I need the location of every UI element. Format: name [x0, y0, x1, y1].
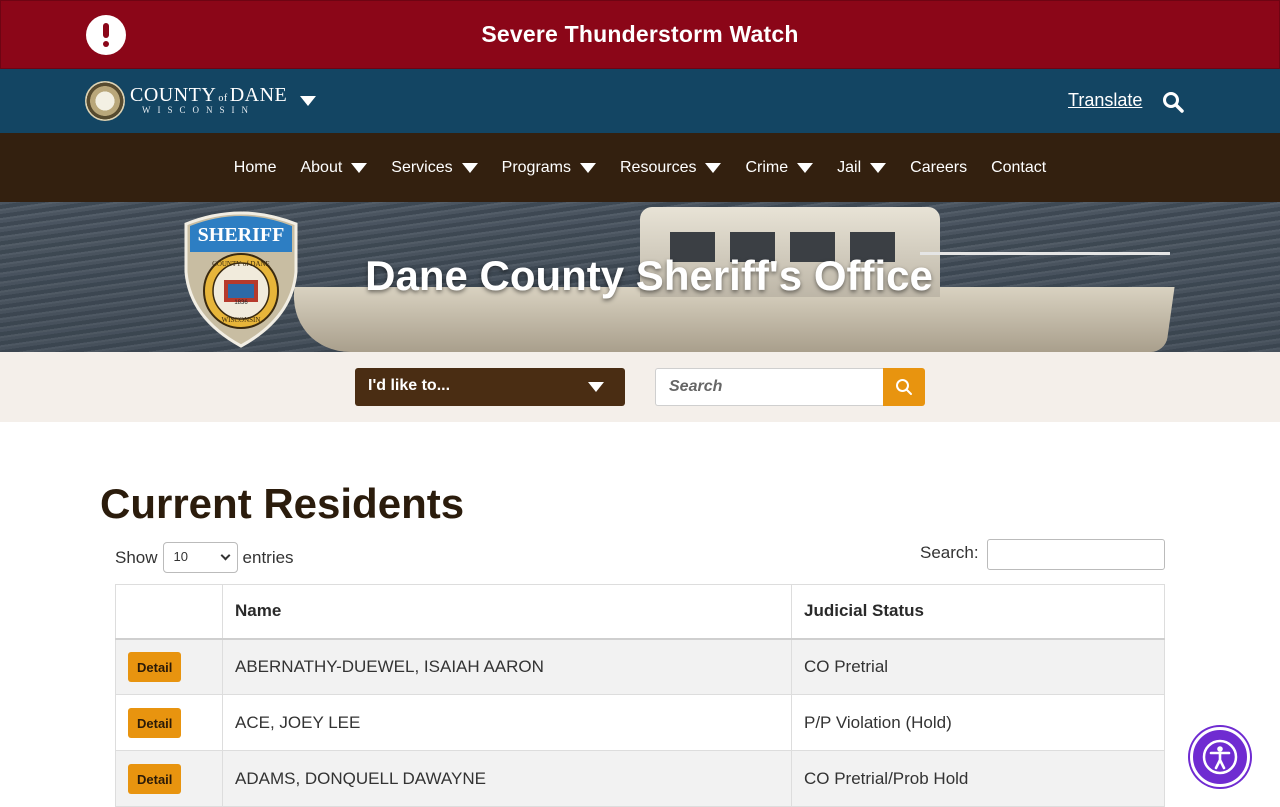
translate-link[interactable]: Translate [1068, 90, 1142, 111]
judicial-status-cell: P/P Violation (Hold) [791, 694, 1165, 751]
residents-table: Name Judicial Status Detail ABERNATHY-DUE… [115, 584, 1165, 807]
action-cell: Detail [115, 638, 223, 695]
nav-item-crime[interactable]: Crime [745, 159, 814, 177]
nav-item-contact[interactable]: Contact [991, 159, 1046, 177]
search-icon[interactable] [1162, 91, 1184, 113]
county-seal-logo[interactable] [85, 81, 125, 121]
judicial-status-cell: CO Pretrial [791, 638, 1165, 695]
column-header-action[interactable] [115, 584, 223, 640]
table-row: Detail ACE, JOEY LEE P/P Violation (Hold) [115, 694, 1165, 751]
table-search-input[interactable] [987, 539, 1165, 570]
alert-text[interactable]: Severe Thunderstorm Watch [481, 21, 798, 48]
judicial-status-cell: CO Pretrial/Prob Hold [791, 750, 1165, 807]
chevron-down-icon [220, 550, 230, 561]
entries-select[interactable]: 10 [162, 542, 238, 573]
table-row: Detail ABERNATHY-DUEWEL, ISAIAH AARON CO P… [115, 638, 1165, 695]
hero-title: Dane County Sheriff's Office [365, 252, 933, 299]
nav-item-about[interactable]: About [300, 159, 368, 177]
table-header-row: Name Judicial Status [115, 584, 1165, 640]
hero-banner: SHERIFF COUNTY of DANE WISCONSIN 1836 Da… [0, 202, 1280, 352]
entries-length-control: Show 10 entries [115, 542, 294, 573]
chevron-down-icon[interactable] [461, 162, 478, 173]
resident-name-cell: ADAMS, DONQUELL DAWAYNE [222, 750, 792, 807]
page-title: Current Residents [100, 480, 465, 527]
site-search-button[interactable] [883, 368, 925, 406]
chevron-down-icon [588, 382, 604, 392]
search-icon [896, 379, 912, 395]
nav-item-careers[interactable]: Careers [910, 159, 967, 177]
svg-text:SHERIFF: SHERIFF [198, 224, 285, 246]
chevron-down-icon[interactable] [580, 162, 596, 173]
main-nav: Home About Services Programs Resources Crime J… [0, 133, 1280, 202]
nav-item-services[interactable]: Services [391, 159, 478, 177]
table-row: Detail ADAMS, DONQUELL DAWAYNE CO Pretrial… [115, 750, 1165, 807]
column-header-judicial-status[interactable]: Judicial Status [791, 584, 1165, 640]
alert-banner[interactable]: Severe Thunderstorm Watch [0, 0, 1280, 69]
site-search-input[interactable]: Search [655, 368, 883, 406]
chevron-down-icon[interactable] [870, 162, 887, 173]
county-logo-subtitle: WISCONSIN [142, 105, 256, 115]
resident-name-cell: ABERNATHY-DUEWEL, ISAIAH AARON [222, 638, 792, 695]
detail-button[interactable]: Detail [128, 763, 182, 794]
alert-icon [86, 15, 126, 55]
action-cell: Detail [115, 694, 223, 751]
chevron-down-icon[interactable] [797, 162, 814, 173]
county-bar: COUNTY of DANE WISCONSIN Translate [0, 69, 1280, 133]
accessibility-widget-button[interactable] [1190, 727, 1250, 787]
nav-item-programs[interactable]: Programs [502, 159, 596, 177]
action-bar: I'd like to... Search [0, 352, 1280, 422]
table-search-label: Search: [920, 543, 979, 562]
detail-button[interactable]: Detail [128, 707, 182, 738]
accessibility-icon [1202, 739, 1238, 775]
chevron-down-icon[interactable] [351, 162, 368, 173]
detail-button[interactable]: Detail [128, 651, 182, 682]
column-header-name[interactable]: Name [222, 584, 792, 640]
nav-item-jail[interactable]: Jail [837, 159, 887, 177]
resident-name-cell: ACE, JOEY LEE [222, 694, 792, 751]
action-cell: Detail [115, 750, 223, 807]
nav-item-home[interactable]: Home [234, 159, 277, 177]
chevron-down-icon[interactable] [300, 96, 316, 106]
nav-item-resources[interactable]: Resources [620, 159, 722, 177]
svg-text:WISCONSIN: WISCONSIN [222, 316, 261, 324]
i-would-like-to-dropdown[interactable]: I'd like to... [355, 368, 625, 406]
svg-text:1836: 1836 [234, 300, 248, 306]
chevron-down-icon[interactable] [705, 162, 722, 173]
